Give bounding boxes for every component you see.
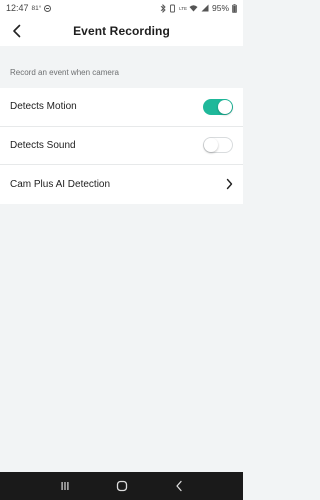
system-back-button[interactable]	[167, 476, 191, 496]
chevron-right-icon	[226, 178, 233, 190]
bluetooth-icon	[160, 3, 166, 13]
setting-label: Detects Sound	[10, 139, 76, 151]
status-temperature: 81°	[31, 4, 42, 12]
status-bar: 12:47 81° LTE 95%	[0, 0, 243, 16]
recent-apps-icon	[61, 482, 68, 490]
detects-sound-toggle[interactable]	[203, 137, 233, 154]
recent-apps-button[interactable]	[53, 476, 77, 496]
status-right: LTE 95%	[160, 3, 237, 13]
toggle-knob	[218, 99, 232, 114]
setting-row-cam-plus-ai-detection[interactable]: Cam Plus AI Detection	[0, 165, 243, 204]
status-time: 12:47	[6, 3, 29, 13]
setting-row-detects-sound: Detects Sound	[0, 127, 243, 165]
wifi-icon	[189, 4, 198, 12]
header: Event Recording	[0, 16, 243, 46]
vibrate-icon	[169, 4, 176, 13]
signal-label: LTE	[179, 5, 187, 11]
home-button[interactable]	[110, 476, 134, 496]
do-not-disturb-icon	[44, 4, 52, 12]
battery-icon	[232, 3, 237, 13]
detects-motion-toggle[interactable]	[203, 98, 233, 115]
page-title: Event Recording	[73, 24, 170, 38]
back-button[interactable]	[6, 20, 26, 42]
navigation-bar	[0, 472, 243, 500]
setting-row-detects-motion: Detects Motion	[0, 88, 243, 127]
battery-percent: 95%	[211, 3, 229, 13]
setting-label: Cam Plus AI Detection	[10, 178, 111, 190]
toggle-knob	[204, 138, 218, 153]
back-icon	[175, 480, 182, 492]
setting-label: Detects Motion	[10, 101, 77, 113]
home-icon	[116, 480, 127, 492]
section-label: Record an event when camera	[10, 68, 119, 77]
chevron-left-icon	[12, 24, 20, 38]
cell-signal-icon	[201, 4, 209, 12]
settings-list: Detects Motion Detects Sound Cam Plus AI…	[0, 88, 243, 204]
status-left: 12:47 81°	[6, 3, 52, 13]
